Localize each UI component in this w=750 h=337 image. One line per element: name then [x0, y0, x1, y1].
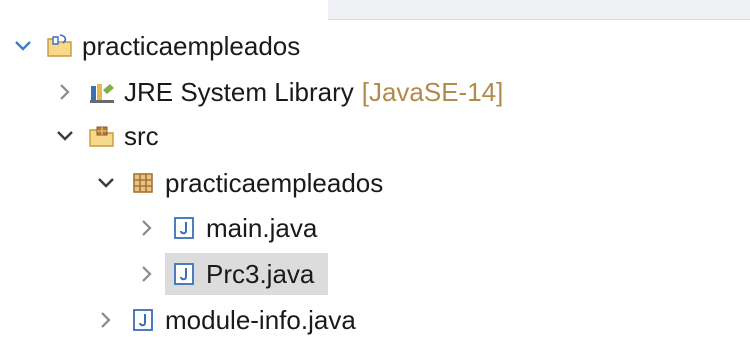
tree-node-label: practicaempleados — [82, 30, 301, 61]
chevron-right-icon[interactable] — [136, 217, 158, 239]
tree-node-module-info[interactable]: module-info.java — [95, 300, 356, 337]
tree-node-jre-library[interactable]: JRE System Library [JavaSE-14] — [54, 72, 503, 112]
chevron-down-icon[interactable] — [95, 172, 117, 194]
chevron-down-icon[interactable] — [12, 35, 34, 57]
tree-node-package[interactable]: practicaempleados — [95, 163, 383, 203]
chevron-down-icon[interactable] — [54, 125, 76, 147]
chevron-right-icon[interactable] — [54, 81, 76, 103]
tree-node-label: JRE System Library — [124, 76, 354, 107]
tree-node-prc3-java[interactable]: Prc3.java — [136, 254, 314, 294]
tree-node-label: Prc3.java — [206, 258, 315, 289]
package-icon — [129, 169, 157, 197]
java-project-icon — [46, 32, 74, 60]
java-file-icon — [170, 214, 198, 242]
tree-node-src[interactable]: src — [54, 116, 159, 156]
java-file-icon — [170, 260, 198, 288]
tree-node-main-java[interactable]: main.java — [136, 208, 317, 248]
tree-node-label: module-info.java — [165, 304, 356, 335]
chevron-right-icon[interactable] — [136, 263, 158, 285]
library-icon — [88, 78, 116, 106]
tree-node-label: practicaempleados — [165, 167, 384, 198]
tree-node-project[interactable]: practicaempleados — [12, 26, 300, 66]
chevron-right-icon[interactable] — [95, 309, 117, 331]
package-explorer: practicaempleados JRE System Library [Ja… — [0, 0, 750, 337]
tree-node-decoration: [JavaSE-14] — [361, 76, 504, 107]
tree-node-label: src — [124, 120, 159, 151]
source-folder-icon — [88, 122, 116, 150]
view-toolbar-strip — [328, 0, 750, 20]
tree-node-label: main.java — [206, 212, 318, 243]
java-file-icon — [129, 306, 157, 334]
